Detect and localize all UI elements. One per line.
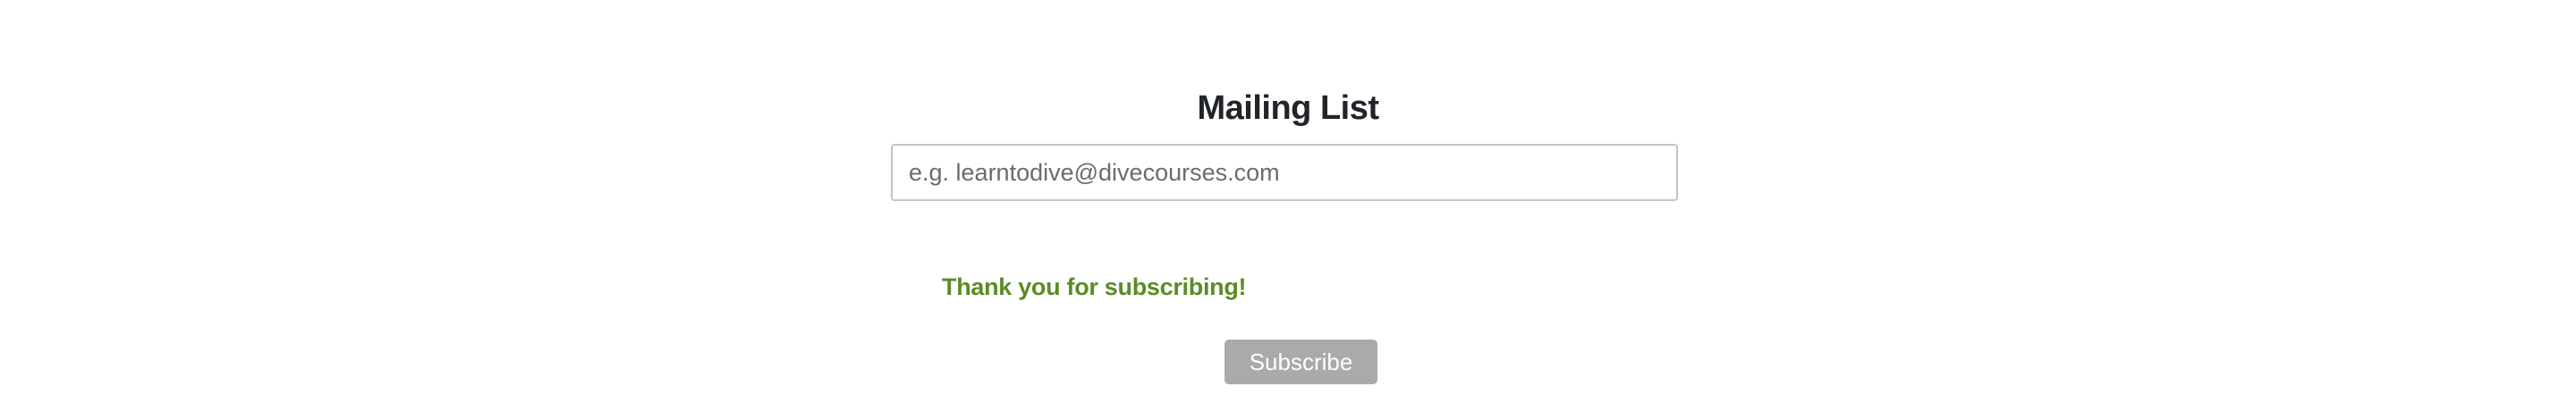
success-message: Thank you for subscribing! xyxy=(942,273,1247,300)
subscribe-button[interactable]: Subscribe xyxy=(1224,340,1377,384)
email-input[interactable] xyxy=(891,144,1678,201)
mailing-list-title: Mailing List xyxy=(1197,89,1380,127)
